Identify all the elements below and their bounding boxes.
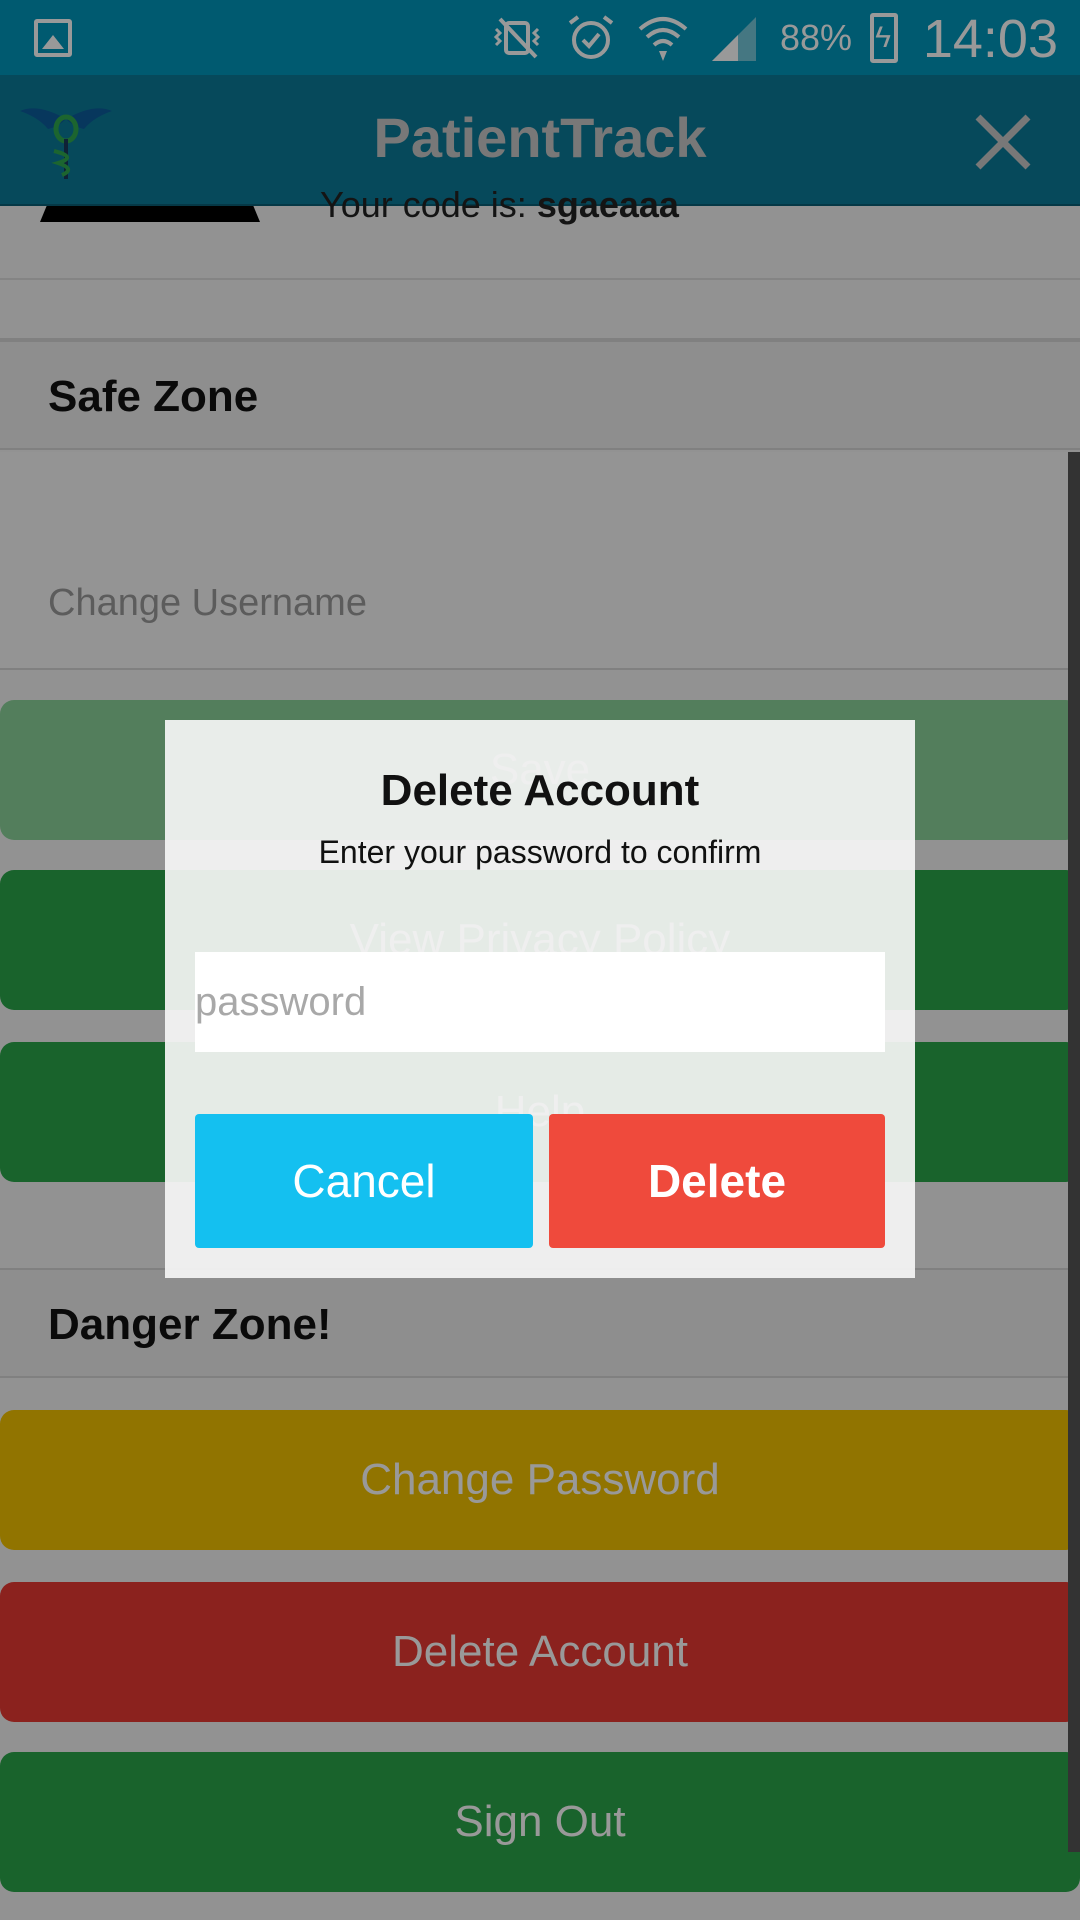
cancel-button[interactable]: Cancel (195, 1114, 533, 1248)
dialog-subtitle: Enter your password to confirm (318, 834, 762, 870)
dialog-title: Delete Account (380, 766, 700, 815)
password-input[interactable] (195, 952, 885, 1052)
delete-button[interactable]: Delete (549, 1114, 885, 1248)
delete-account-dialog: Delete Account Enter your password to co… (165, 720, 915, 1278)
